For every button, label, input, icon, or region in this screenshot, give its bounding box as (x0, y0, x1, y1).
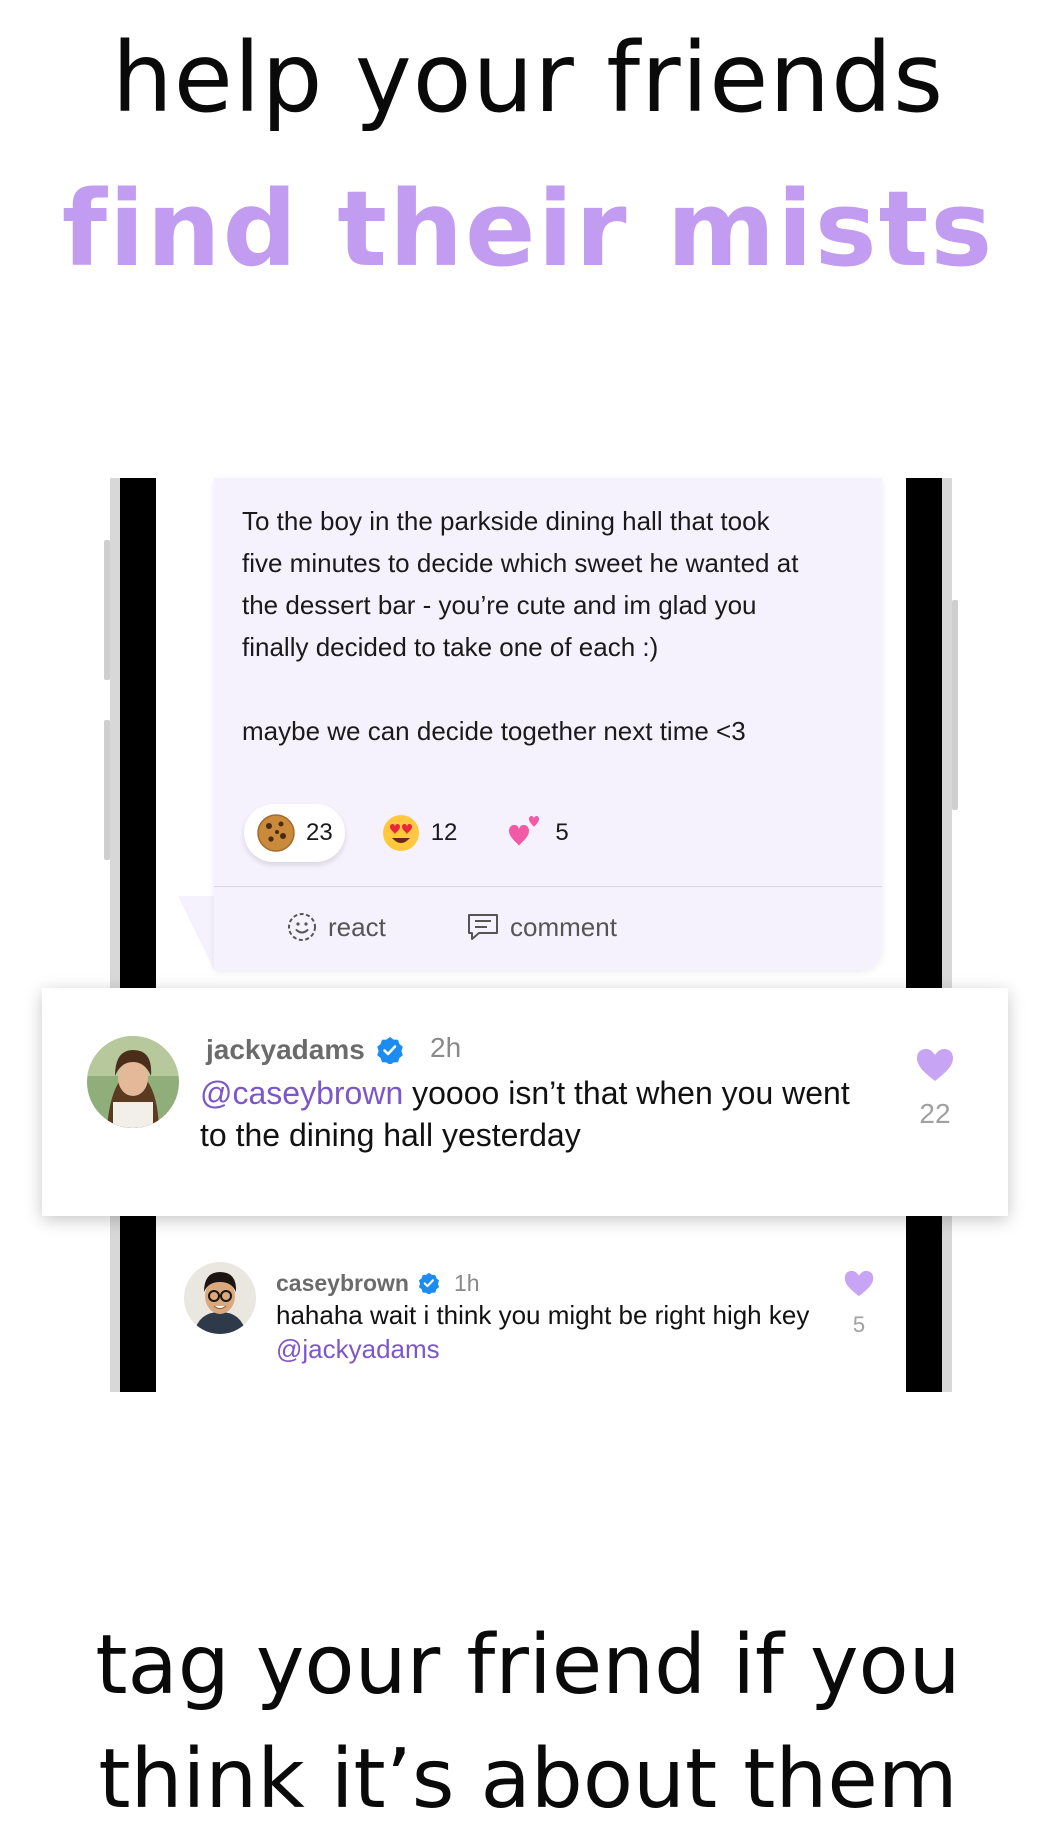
reaction-heart-eyes[interactable]: 12 (369, 804, 470, 862)
react-button[interactable]: react (286, 902, 386, 952)
footer-line-1: tag your friend if you (95, 1618, 961, 1713)
phone-volume-up-button (104, 540, 110, 680)
post-line-3: the dessert bar - you’re cute and im gla… (242, 590, 757, 620)
reply-comment: caseybrown 1h hahaha wait i think you mi… (156, 1216, 906, 1392)
comment-text: @caseybrown yoooo isn’t that when you we… (200, 1072, 940, 1156)
verified-badge-icon (377, 1037, 403, 1064)
reaction-two-hearts-count: 5 (555, 819, 569, 846)
reply-text: hahaha wait i think you might be right h… (276, 1298, 856, 1366)
comment-mention-link[interactable]: @caseybrown (200, 1075, 403, 1111)
react-label: react (328, 911, 386, 942)
phone-volume-down-button (104, 720, 110, 860)
comment-text-line-2: to the dining hall yesterday (200, 1117, 581, 1153)
post-line-2: five minutes to decide which sweet he wa… (242, 548, 799, 578)
phone-power-button (952, 600, 958, 810)
post-body: To the boy in the parkside dining hall t… (242, 500, 852, 752)
comment-label: comment (510, 911, 617, 942)
post-line-1: To the boy in the parkside dining hall t… (242, 506, 770, 536)
reaction-two-hearts[interactable]: 5 (493, 804, 580, 862)
reaction-cookie-count: 23 (306, 819, 333, 846)
like-heart-icon[interactable] (916, 1048, 954, 1082)
comment-username[interactable]: jackyadams (206, 1034, 365, 1066)
reply-text-body: hahaha wait i think you might be right h… (276, 1300, 810, 1330)
reaction-bar: 23 12 5 (244, 804, 605, 862)
headline-primary: help your friends (111, 22, 945, 134)
verified-badge-icon (418, 1272, 440, 1294)
comment-timestamp: 2h (430, 1032, 462, 1063)
mist-post-card: To the boy in the parkside dining hall t… (214, 478, 882, 970)
highlighted-comment: jackyadams 2h @caseybrown yoooo isn’t th… (42, 988, 1008, 1216)
avatar[interactable] (87, 1036, 179, 1128)
reaction-heart-eyes-count: 12 (430, 819, 458, 846)
cookie-icon (256, 813, 296, 853)
comment-icon (468, 914, 498, 940)
reply-mention-link[interactable]: @jackyadams (276, 1334, 440, 1364)
heart-eyes-icon (381, 813, 421, 853)
reply-timestamp: 1h (454, 1270, 480, 1296)
post-speech-tail (178, 896, 214, 970)
like-count: 22 (919, 1098, 951, 1129)
comment-text-line-1: yoooo isn’t that when you went (403, 1075, 850, 1111)
headline-accent: find their mists (61, 168, 995, 290)
post-line-4: finally decided to take one of each :) (242, 632, 659, 662)
reply-username[interactable]: caseybrown (276, 1270, 409, 1297)
two-hearts-icon (505, 813, 545, 853)
comment-button[interactable]: comment (466, 902, 617, 952)
phone-frame-left (110, 478, 156, 1392)
footer-line-2: think it’s about them (98, 1732, 958, 1827)
post-line-5: maybe we can decide together next time <… (242, 716, 746, 746)
reply-like-count: 5 (852, 1312, 866, 1337)
phone-frame-right (906, 478, 952, 1392)
smiley-icon (288, 913, 316, 941)
reaction-cookie[interactable]: 23 (244, 804, 345, 862)
avatar[interactable] (184, 1262, 256, 1334)
like-heart-icon[interactable] (844, 1270, 874, 1297)
post-divider (214, 886, 882, 887)
